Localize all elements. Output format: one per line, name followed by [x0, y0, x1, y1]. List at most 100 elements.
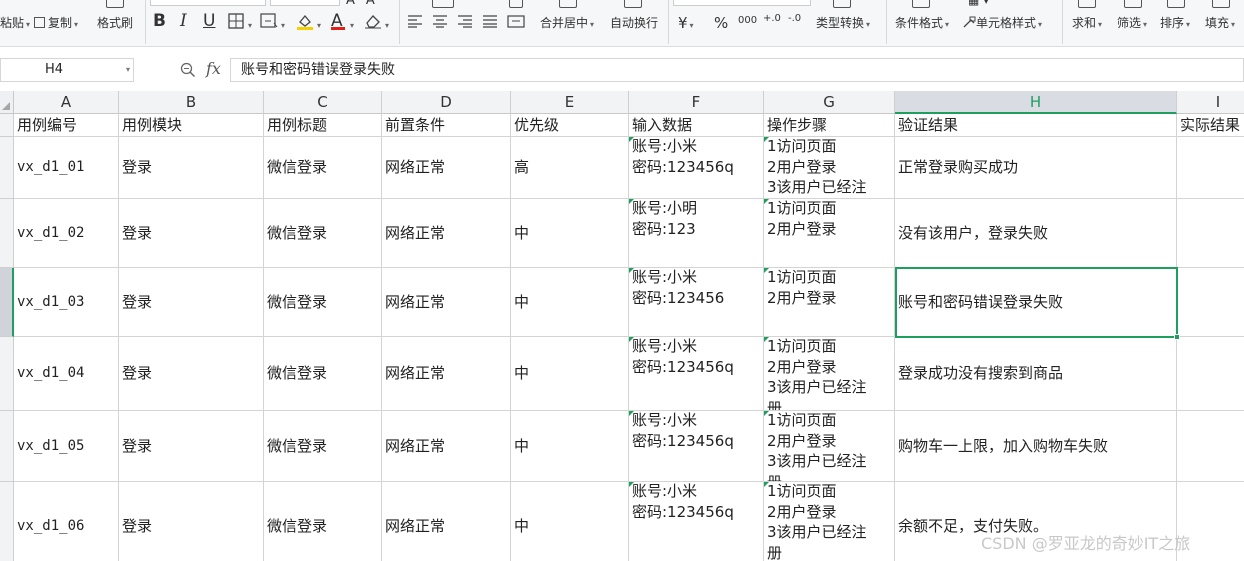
cell-g5[interactable]: 1访问页面 2用户登录 3该用户已经注 册	[764, 337, 895, 411]
header-cell-e[interactable]: 优先级	[511, 114, 629, 137]
cell-e3[interactable]: 中	[511, 199, 629, 268]
header-cell-b[interactable]: 用例模块	[119, 114, 264, 137]
column-header-b[interactable]: B	[119, 91, 264, 114]
row-header[interactable]	[0, 337, 14, 411]
cell-a7[interactable]: vx_d1_06	[14, 482, 119, 561]
header-cell-i[interactable]: 实际结果	[1177, 114, 1244, 137]
cell-text: 网络正常	[385, 223, 446, 242]
cell-a6[interactable]: vx_d1_05	[14, 411, 119, 482]
cell-text: 微信登录	[267, 364, 328, 383]
cell-d3[interactable]: 网络正常	[382, 199, 511, 268]
text-format-indicator	[629, 411, 634, 416]
column-header-d[interactable]: D	[382, 91, 511, 114]
cell-text: vx_d1_03	[17, 293, 85, 310]
row-header[interactable]	[0, 411, 14, 482]
column-header-a[interactable]: A	[14, 91, 119, 114]
column-header-e[interactable]: E	[511, 91, 629, 114]
cell-b3[interactable]: 登录	[119, 199, 264, 268]
column-header-g[interactable]: G	[764, 91, 895, 114]
cell-i6[interactable]	[1177, 411, 1244, 482]
text-format-indicator	[629, 482, 634, 487]
cell-text: 高	[514, 158, 530, 177]
cell-g3[interactable]: 1访问页面 2用户登录	[764, 199, 895, 268]
cell-c2[interactable]: 微信登录	[264, 137, 382, 199]
cell-f7[interactable]: 账号:小米 密码:123456q	[629, 482, 764, 561]
cell-g7[interactable]: 1访问页面 2用户登录 3该用户已经注 册	[764, 482, 895, 561]
column-header-c[interactable]: C	[264, 91, 382, 114]
cell-g4[interactable]: 1访问页面 2用户登录	[764, 268, 895, 337]
cell-f2[interactable]: 账号:小米 密码:123456q	[629, 137, 764, 199]
cell-c4[interactable]: 微信登录	[264, 268, 382, 337]
row-header[interactable]	[0, 114, 14, 137]
cell-text: 验证结果	[898, 115, 959, 134]
text-format-indicator	[764, 482, 769, 487]
cell-i2[interactable]	[1177, 137, 1244, 199]
cell-d6[interactable]: 网络正常	[382, 411, 511, 482]
cell-i4[interactable]	[1177, 268, 1244, 337]
cell-f6[interactable]: 账号:小米 密码:123456q	[629, 411, 764, 482]
cell-e5[interactable]: 中	[511, 337, 629, 411]
cell-text: 1访问页面 2用户登录	[767, 268, 837, 307]
row-header[interactable]	[0, 482, 14, 561]
cell-text: 登录	[122, 292, 153, 311]
header-cell-g[interactable]: 操作步骤	[764, 114, 895, 137]
header-cell-c[interactable]: 用例标题	[264, 114, 382, 137]
column-header-f[interactable]: F	[629, 91, 764, 114]
header-cell-f[interactable]: 输入数据	[629, 114, 764, 137]
header-cell-a[interactable]: 用例编号	[14, 114, 119, 137]
cell-h4[interactable]: 账号和密码错误登录失败	[895, 268, 1177, 337]
header-cell-h[interactable]: 验证结果	[895, 114, 1177, 137]
cell-a3[interactable]: vx_d1_02	[14, 199, 119, 268]
cell-g6[interactable]: 1访问页面 2用户登录 3该用户已经注 册	[764, 411, 895, 482]
cell-text: 微信登录	[267, 223, 328, 242]
column-header-h[interactable]: H	[895, 91, 1177, 114]
cell-text: 网络正常	[385, 158, 446, 177]
cell-e6[interactable]: 中	[511, 411, 629, 482]
select-all-corner[interactable]	[0, 91, 14, 114]
cell-b4[interactable]: 登录	[119, 268, 264, 337]
cell-d2[interactable]: 网络正常	[382, 137, 511, 199]
row-header[interactable]	[0, 268, 14, 337]
cell-d4[interactable]: 网络正常	[382, 268, 511, 337]
cell-text: vx_d1_04	[17, 365, 85, 382]
cell-b5[interactable]: 登录	[119, 337, 264, 411]
cell-f5[interactable]: 账号:小米 密码:123456q	[629, 337, 764, 411]
cell-a2[interactable]: vx_d1_01	[14, 137, 119, 199]
cell-h6[interactable]: 购物车一上限，加入购物车失败	[895, 411, 1177, 482]
text-format-indicator	[629, 199, 634, 204]
cell-text: 正常登录购买成功	[898, 158, 1019, 177]
row-header[interactable]	[0, 137, 14, 199]
cell-i5[interactable]	[1177, 337, 1244, 411]
cell-c5[interactable]: 微信登录	[264, 337, 382, 411]
cell-f4[interactable]: 账号:小米 密码:123456	[629, 268, 764, 337]
cell-a5[interactable]: vx_d1_04	[14, 337, 119, 411]
cell-g2[interactable]: 1访问页面 2用户登录 3该用户已经注	[764, 137, 895, 199]
cell-e7[interactable]: 中	[511, 482, 629, 561]
row-header[interactable]	[0, 199, 14, 268]
cell-text: 登录	[122, 223, 153, 242]
cell-d5[interactable]: 网络正常	[382, 337, 511, 411]
cell-e4[interactable]: 中	[511, 268, 629, 337]
cell-e2[interactable]: 高	[511, 137, 629, 199]
cell-h5[interactable]: 登录成功没有搜索到商品	[895, 337, 1177, 411]
cell-i3[interactable]	[1177, 199, 1244, 268]
cell-c6[interactable]: 微信登录	[264, 411, 382, 482]
cell-c3[interactable]: 微信登录	[264, 199, 382, 268]
cell-text: 登录	[122, 158, 153, 177]
column-header-i[interactable]: I	[1177, 91, 1244, 114]
cell-text: 网络正常	[385, 436, 446, 455]
cell-b7[interactable]: 登录	[119, 482, 264, 561]
cell-a4[interactable]: vx_d1_03	[14, 268, 119, 337]
cell-b2[interactable]: 登录	[119, 137, 264, 199]
header-cell-d[interactable]: 前置条件	[382, 114, 511, 137]
cell-text: 没有该用户，登录失败	[898, 223, 1049, 242]
select-all-icon	[2, 102, 10, 110]
cell-d7[interactable]: 网络正常	[382, 482, 511, 561]
cell-c7[interactable]: 微信登录	[264, 482, 382, 561]
cell-f3[interactable]: 账号:小明 密码:123	[629, 199, 764, 268]
cell-h2[interactable]: 正常登录购买成功	[895, 137, 1177, 199]
cell-text: 用例编号	[17, 115, 78, 134]
cell-h3[interactable]: 没有该用户，登录失败	[895, 199, 1177, 268]
cell-b6[interactable]: 登录	[119, 411, 264, 482]
cell-text: 登录	[122, 436, 153, 455]
